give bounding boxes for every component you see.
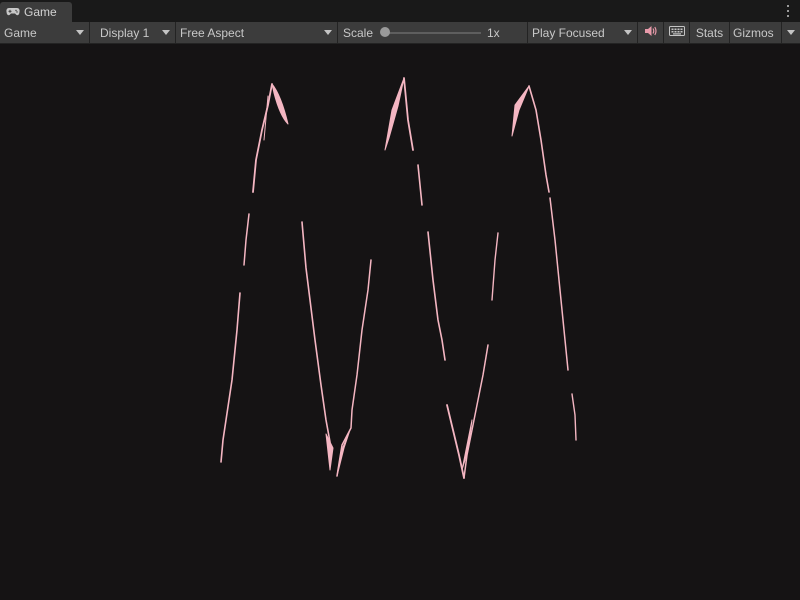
ribbon-stroke <box>403 77 414 151</box>
chevron-down-icon <box>624 30 632 35</box>
scale-label: Scale <box>343 25 374 40</box>
scale-slider-track[interactable] <box>385 32 481 34</box>
scale-control: Scale 1x <box>338 22 528 43</box>
ribbon-stroke <box>252 83 273 193</box>
play-mode-dropdown[interactable]: Play Focused <box>528 22 638 43</box>
ribbon-stroke <box>336 429 351 477</box>
view-dropdown[interactable]: Game <box>0 22 90 43</box>
tab-game[interactable]: Game <box>0 2 72 22</box>
keyboard-icon <box>668 25 685 40</box>
ribbon-stroke <box>243 213 250 266</box>
aspect-dropdown-label: Free Aspect <box>180 25 245 40</box>
chevron-down-icon <box>76 30 84 35</box>
gizmos-label: Gizmos <box>733 25 774 40</box>
ribbon-stroke <box>301 221 331 443</box>
ribbon-stroke <box>571 393 577 441</box>
ribbon-stroke <box>528 85 550 193</box>
aspect-dropdown[interactable]: Free Aspect <box>176 22 338 43</box>
game-viewport[interactable] <box>0 44 800 600</box>
ribbon-stroke <box>384 77 405 151</box>
ribbon-stroke <box>461 419 473 471</box>
scale-value: 1x <box>487 26 500 40</box>
stats-label: Stats <box>695 25 724 40</box>
chevron-down-icon <box>324 30 332 35</box>
mute-audio-button[interactable] <box>638 22 664 43</box>
rendered-scene <box>220 77 577 479</box>
ribbon-stroke <box>463 344 489 479</box>
gizmos-button[interactable]: Gizmos <box>730 22 800 43</box>
speaker-icon <box>644 25 658 40</box>
chevron-down-icon <box>162 30 170 35</box>
ribbon-stroke <box>220 292 241 463</box>
divider <box>781 22 782 43</box>
game-view-toolbar: Game Display 1 Free Aspect Scale 1x Play… <box>0 22 800 44</box>
view-dropdown-label: Game <box>4 25 37 40</box>
play-mode-label: Play Focused <box>532 25 605 40</box>
ribbon-stroke <box>417 164 423 206</box>
ribbon-stroke <box>336 259 372 477</box>
display-dropdown[interactable]: Display 1 <box>90 22 176 43</box>
ribbon-stroke <box>511 85 530 137</box>
tab-label: Game <box>24 5 57 19</box>
gamepad-icon <box>6 7 20 17</box>
tab-strip: Game <box>0 0 800 22</box>
more-options-icon[interactable] <box>786 5 790 17</box>
keyboard-shortcuts-button[interactable] <box>664 22 690 43</box>
ribbon-stroke <box>446 404 465 479</box>
ribbon-stroke <box>271 83 289 125</box>
ribbon-stroke <box>491 232 499 301</box>
display-dropdown-label: Display 1 <box>100 25 150 40</box>
chevron-down-icon <box>787 30 795 35</box>
scale-slider-thumb[interactable] <box>380 27 390 37</box>
stats-button[interactable]: Stats <box>690 22 730 43</box>
ribbon-stroke <box>549 197 569 371</box>
ribbon-stroke <box>427 231 446 361</box>
